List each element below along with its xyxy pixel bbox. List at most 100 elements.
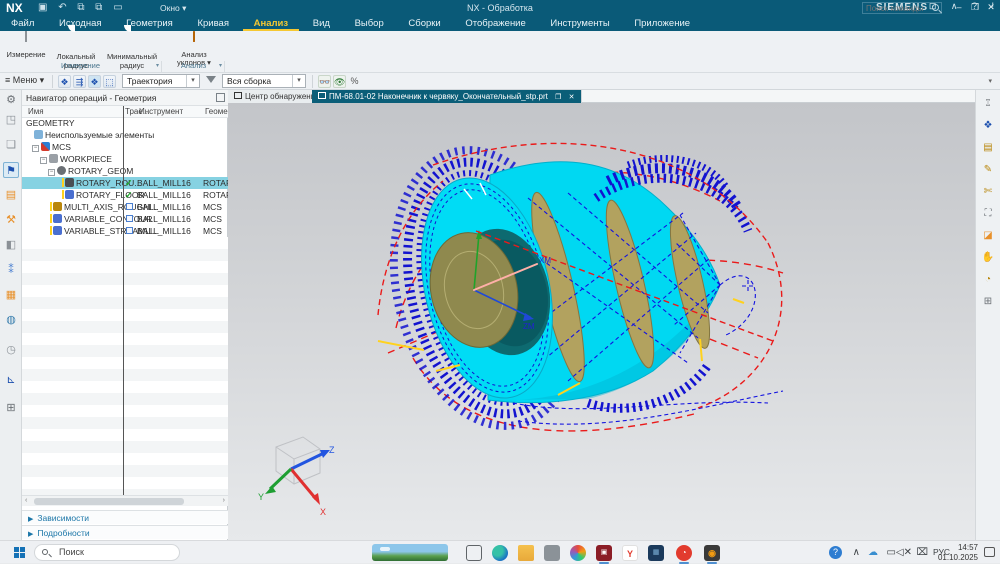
column-splitter[interactable] <box>123 106 124 495</box>
ungenerated-checkbox[interactable] <box>126 215 133 222</box>
operation-navigator-icon[interactable]: ⚑ <box>3 162 19 178</box>
part-navigator-icon[interactable]: ◳ <box>3 112 19 128</box>
photos-icon[interactable] <box>570 545 586 561</box>
tab-home[interactable]: Исходная <box>48 17 113 31</box>
help-icons[interactable]: ⊡ ∧ ? ! <box>929 1 1000 12</box>
start-button[interactable] <box>14 547 25 558</box>
machine-tool-navigator-icon[interactable]: ▤ <box>3 187 19 203</box>
selection-filter-icon-3[interactable]: ❖ <box>88 75 101 88</box>
fit-view-icon[interactable]: ⛶ <box>980 206 996 221</box>
assembly-navigator-icon[interactable]: ❏ <box>3 137 19 153</box>
snapshot-icon[interactable]: ⊞ <box>980 294 996 309</box>
scroll-right-arrow[interactable]: › <box>223 497 225 504</box>
orient-view-icon[interactable]: ❖ <box>980 118 996 133</box>
show-paths-icon[interactable]: 👓 <box>318 75 331 88</box>
close-tab-icon[interactable]: ✕ <box>569 94 575 101</box>
onedrive-icon[interactable]: ☁ <box>868 541 878 564</box>
clip-section-icon[interactable]: ✄ <box>980 184 996 199</box>
templates-icon[interactable]: ⊞ <box>3 400 19 416</box>
selection-filter-icon-1[interactable]: ❖ <box>58 75 71 88</box>
details-section[interactable]: ▶Подробности <box>22 525 228 539</box>
taskbar-search[interactable]: Поиск <box>34 544 180 561</box>
dependencies-section[interactable]: ▶Зависимости <box>22 510 228 524</box>
process-assistant-icon[interactable]: ◧ <box>3 237 19 253</box>
collapse-icon[interactable]: − <box>48 169 55 176</box>
render-style-icon[interactable]: ◪ <box>980 228 996 243</box>
graphics-viewport[interactable]: XM ZM Z X Y <box>228 103 975 540</box>
task-view-button[interactable] <box>466 545 482 561</box>
tab-selection[interactable]: Выбор <box>344 17 395 31</box>
filter-funnel-icon[interactable] <box>206 76 216 83</box>
scope-combo[interactable]: Вся сборка▾ <box>222 74 306 88</box>
local-radius-button[interactable]: Локальный радиус <box>50 33 102 61</box>
show-tool-icon[interactable]: 👁 <box>333 75 346 88</box>
layer-settings-icon[interactable]: ⑄ <box>980 96 996 111</box>
gear-icon[interactable]: ⚙ <box>3 92 19 108</box>
notification-center-icon[interactable] <box>984 547 995 557</box>
tab-curve[interactable]: Кривая <box>186 17 240 31</box>
tab-render[interactable]: Отображение <box>454 17 536 31</box>
clock[interactable]: 14:57 01.10.2025 <box>932 543 978 562</box>
scrollbar-thumb[interactable] <box>34 498 184 505</box>
tab-analysis[interactable]: Анализ <box>243 17 299 31</box>
app-orange-icon[interactable]: ◉ <box>704 545 720 561</box>
network-icon[interactable]: ⌧ <box>916 541 928 564</box>
ungenerated-checkbox[interactable] <box>126 203 133 210</box>
tree-row-variable-streamline[interactable]: VARIABLE_STREAMLI... BALL_MILL16 MCS <box>22 225 228 237</box>
quick-access-toolbar[interactable]: ▣ ↶ ⧉ ⧉ ▭ <box>38 2 127 13</box>
build-manager-icon[interactable]: ⊾ <box>3 372 19 388</box>
nx-launcher-icon[interactable]: ◔ <box>676 545 692 561</box>
tab-part-document[interactable]: ПМ-68.01-02 Наконечник к червяку_Окончат… <box>312 90 582 103</box>
measure-button[interactable]: Измерение <box>4 33 48 61</box>
tree-row-mcs[interactable]: −MCS <box>22 141 228 153</box>
visibility-icon[interactable]: ✋ <box>980 250 996 265</box>
menu-button[interactable]: ≡ Меню ▾ <box>5 75 44 86</box>
tab-application[interactable]: Приложение <box>623 17 701 31</box>
tab-tools[interactable]: Инструменты <box>539 17 620 31</box>
tree-row-rotary-rough[interactable]: ROTARY_ROU... ✓ BALL_MILL16 ROTARY <box>22 177 228 189</box>
tab-assemblies[interactable]: Сборки <box>397 17 451 31</box>
tree-row-rotary-floor[interactable]: ROTARY_FLOOR ✓ BALL_MILL16 ROTARY <box>22 189 228 201</box>
selection-filter-icon-2[interactable]: ⇶ <box>73 75 86 88</box>
min-radius-button[interactable]: Минимальный радиус <box>104 33 160 61</box>
collision-check-icon[interactable]: ⁑ <box>3 262 19 278</box>
detach-icon[interactable]: ❐ <box>555 94 561 101</box>
web-browser-icon[interactable]: ◍ <box>3 312 19 328</box>
app-grid-icon[interactable]: ▦ <box>648 545 664 561</box>
view-triad[interactable]: Z X Y <box>258 437 335 517</box>
file-explorer-icon[interactable] <box>518 545 534 561</box>
group-dialog-arrow[interactable]: ▾ <box>219 62 222 69</box>
tool-library-icon[interactable]: ⚒ <box>3 212 19 228</box>
tree-row-variable-contour[interactable]: VARIABLE_CONTOUR BALL_MILL16 MCS <box>22 213 228 225</box>
calculator-icon[interactable] <box>544 545 560 561</box>
horizontal-scrollbar[interactable]: ‹ › <box>22 495 228 506</box>
history-icon[interactable]: ◷ <box>3 342 19 358</box>
battery-icon[interactable]: ▭ <box>887 541 896 564</box>
slope-analysis-button[interactable]: Анализ уклонов ▾ <box>168 33 220 61</box>
ungenerated-checkbox[interactable] <box>126 227 133 234</box>
tree-row-workpiece[interactable]: −WORKPIECE <box>22 153 228 165</box>
tab-view[interactable]: Вид <box>302 17 341 31</box>
collapse-icon[interactable]: − <box>32 145 39 152</box>
edit-section-icon[interactable]: ✎ <box>980 162 996 177</box>
path-filter-combo[interactable]: Траектория▾ <box>122 74 200 88</box>
volume-muted-icon[interactable]: ◁✕ <box>896 541 912 564</box>
tab-file[interactable]: Файл <box>0 17 45 31</box>
hide-icon[interactable]: % <box>348 75 361 88</box>
tree-row-multi-axis[interactable]: MULTI_AXIS_ROUGHI... BALL_MILL16 MCS <box>22 201 228 213</box>
window-menu[interactable]: Окно ▾ <box>160 3 186 14</box>
panel-maximize-icon[interactable] <box>216 93 225 102</box>
tree-row-rotary-geom[interactable]: −ROTARY_GEOM <box>22 165 228 177</box>
collapse-icon[interactable]: − <box>40 157 47 164</box>
edge-icon[interactable] <box>492 545 508 561</box>
selection-filter-icon-4[interactable]: ⬚ <box>103 75 116 88</box>
tree-row-unused[interactable]: Неиспользуемые элементы <box>22 129 228 141</box>
reuse-library-icon[interactable]: ▦ <box>3 287 19 303</box>
scroll-left-arrow[interactable]: ‹ <box>25 497 27 504</box>
cad-model-canvas[interactable]: XM ZM Z X Y <box>228 103 975 540</box>
display-mode-icon[interactable]: ▤ <box>980 140 996 155</box>
group-dialog-arrow[interactable]: ▾ <box>156 62 159 69</box>
app-red-icon[interactable]: ▣ <box>596 545 612 561</box>
help-icon[interactable]: ? <box>829 546 842 559</box>
toolbar-overflow[interactable]: ▾ <box>988 77 992 85</box>
